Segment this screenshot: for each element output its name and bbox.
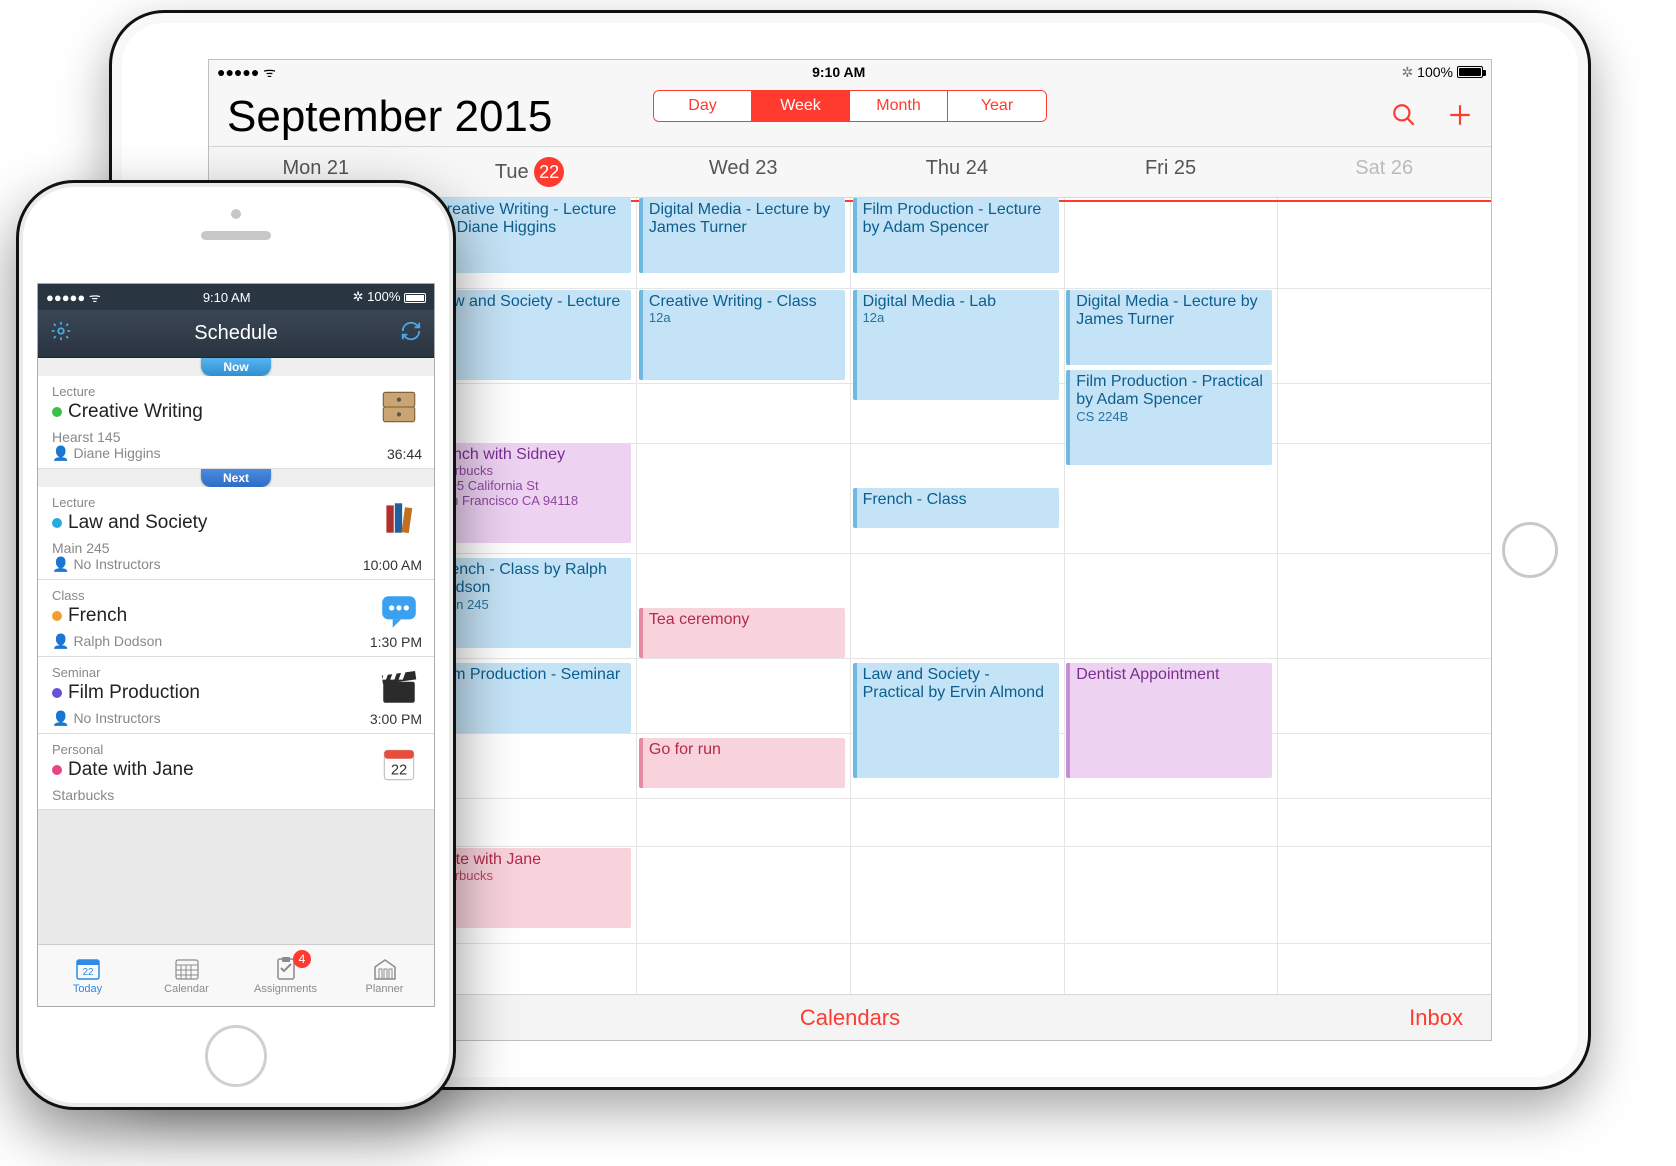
svg-text:22: 22 xyxy=(391,762,407,778)
calendar-event[interactable]: Digital Media - Lab12a xyxy=(853,290,1059,400)
weekday-col[interactable]: Tue 22 xyxy=(423,147,637,197)
iphone-device: ●●●●● ᯤ 9:10 AM ✲ 100% Schedule NowLectu… xyxy=(16,180,456,1110)
clapper-icon xyxy=(378,667,420,718)
phone-status-bar: ●●●●● ᯤ 9:10 AM ✲ 100% xyxy=(38,284,434,310)
next-pill: Next xyxy=(201,469,271,487)
calendar-event[interactable]: Law and Society - Practical by Ervin Alm… xyxy=(853,663,1059,778)
phone-screen: ●●●●● ᯤ 9:10 AM ✲ 100% Schedule NowLectu… xyxy=(37,283,435,1007)
phone-tabbar: 22TodayCalendarAssignments4Planner xyxy=(38,944,434,1006)
weekday-col[interactable]: Sat 26 xyxy=(1277,147,1491,197)
drawer-icon xyxy=(378,386,420,437)
badge: 4 xyxy=(293,950,311,968)
schedule-list[interactable]: NowLectureCreative WritingHearst 145👤Dia… xyxy=(38,358,434,810)
calpage-icon: 22 xyxy=(378,744,420,795)
calendar-event[interactable]: French - Class xyxy=(853,488,1059,528)
schedule-item[interactable]: SeminarFilm Production👤No Instructors3:0… xyxy=(38,657,434,734)
status-time: 9:10 AM xyxy=(203,290,251,305)
inbox-button[interactable]: Inbox xyxy=(1409,1005,1491,1031)
view-segmented-control[interactable]: DayWeekMonthYear xyxy=(653,90,1047,122)
calendar-event[interactable]: Dentist Appointment xyxy=(1066,663,1272,778)
calendar-header: September 2015 DayWeekMonthYear xyxy=(209,84,1491,146)
phone-camera xyxy=(231,209,241,219)
chat-icon xyxy=(378,590,420,641)
calendar-event[interactable]: Date with JaneStarbucks xyxy=(425,848,631,928)
phone-speaker xyxy=(201,231,271,240)
svg-text:22: 22 xyxy=(82,967,94,978)
calendar-event[interactable]: Creative Writing - Class12a xyxy=(639,290,845,380)
tab-assignments[interactable]: Assignments4 xyxy=(236,945,335,1006)
signal-icon: ●●●●● ᯤ xyxy=(46,288,101,306)
calendar-event[interactable]: French - Class by Ralph DodsonMain 245 xyxy=(425,558,631,648)
calendars-button[interactable]: Calendars xyxy=(800,1005,900,1031)
phone-navbar: Schedule xyxy=(38,310,434,358)
segment-month[interactable]: Month xyxy=(850,91,948,121)
weekday-col[interactable]: Fri 25 xyxy=(1064,147,1278,197)
calendar-event[interactable]: Law and Society - Lecture xyxy=(425,290,631,380)
calendar-event[interactable]: Film Production - Seminar xyxy=(425,663,631,733)
battery: ✲ 100% xyxy=(353,289,426,305)
calendar-event[interactable]: Digital Media - Lecture by James Turner xyxy=(639,198,845,273)
month-title: September 2015 xyxy=(227,92,552,142)
phone-home-button[interactable] xyxy=(205,1025,267,1087)
calendar-event[interactable]: Digital Media - Lecture by James Turner xyxy=(1066,290,1272,365)
schedule-item[interactable]: LectureLaw and SocietyMain 245👤No Instru… xyxy=(38,487,434,580)
ipad-home-button[interactable] xyxy=(1502,522,1558,578)
segment-day[interactable]: Day xyxy=(654,91,752,121)
add-icon[interactable] xyxy=(1447,102,1473,133)
signal-icon: ●●●●● ᯤ xyxy=(217,63,276,82)
refresh-icon[interactable] xyxy=(400,320,422,347)
status-battery: ✲ 100% xyxy=(1401,64,1483,81)
search-icon[interactable] xyxy=(1391,102,1417,133)
nav-title: Schedule xyxy=(194,322,277,345)
segment-week[interactable]: Week xyxy=(752,91,850,121)
calendar-event[interactable]: Go for run xyxy=(639,738,845,788)
weekday-col[interactable]: Wed 23 xyxy=(636,147,850,197)
status-time: 9:10 AM xyxy=(812,64,865,80)
now-pill: Now xyxy=(201,358,271,376)
battery-icon xyxy=(1457,66,1483,78)
calendar-event[interactable]: Film Production - Practical by Adam Spen… xyxy=(1066,370,1272,465)
books-icon xyxy=(378,497,420,548)
tab-today[interactable]: 22Today xyxy=(38,945,137,1006)
ipad-status-bar: ●●●●● ᯤ 9:10 AM ✲ 100% xyxy=(209,60,1491,84)
weekday-col[interactable]: Thu 24 xyxy=(850,147,1064,197)
schedule-item[interactable]: PersonalDate with JaneStarbucks22 xyxy=(38,734,434,810)
settings-icon[interactable] xyxy=(50,320,72,347)
schedule-item[interactable]: LectureCreative WritingHearst 145👤Diane … xyxy=(38,376,434,469)
schedule-item[interactable]: ClassFrench👤Ralph Dodson1:30 PM xyxy=(38,580,434,657)
calendar-event[interactable]: Film Production - Lecture by Adam Spence… xyxy=(853,198,1059,273)
tab-calendar[interactable]: Calendar xyxy=(137,945,236,1006)
segment-year[interactable]: Year xyxy=(948,91,1046,121)
calendar-event[interactable]: Lunch with SidneyStarbucks3595 Californi… xyxy=(425,443,631,543)
tab-planner[interactable]: Planner xyxy=(335,945,434,1006)
calendar-event[interactable]: Tea ceremony xyxy=(639,608,845,658)
calendar-event[interactable]: Creative Writing - Lecture by Diane Higg… xyxy=(425,198,631,273)
